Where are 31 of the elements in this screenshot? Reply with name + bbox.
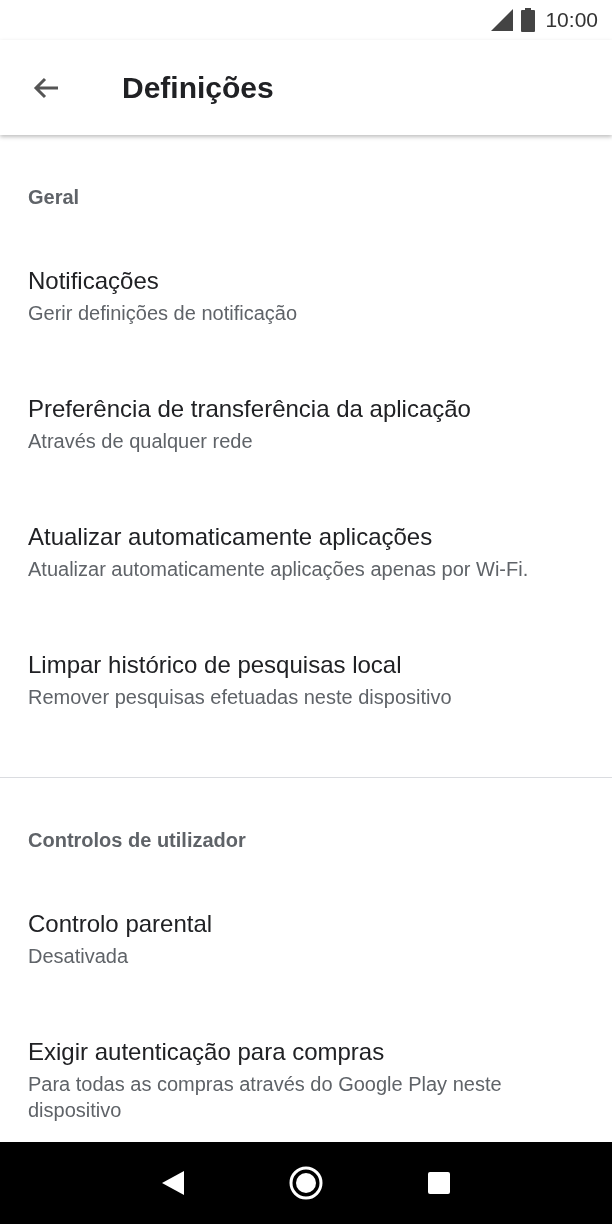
status-time: 10:00: [545, 7, 598, 34]
item-subtitle: Gerir definições de notificação: [28, 301, 299, 326]
settings-item[interactable]: Limpar histórico de pesquisas local Remover pesquisas efetuadas neste dispositivo: [0, 616, 612, 744]
settings-item[interactable]: Controlo parental Desativada: [0, 875, 612, 1003]
item-subtitle: Remover pesquisas efetuadas neste dispositivo: [28, 685, 453, 710]
back-nav-button[interactable]: [162, 1171, 185, 1195]
back-triangle-icon: [162, 1171, 185, 1195]
section-header: Controlos de utilizador: [28, 829, 246, 851]
recents-nav-button[interactable]: [427, 1172, 450, 1194]
item-subtitle: Atualizar automaticamente aplicações apenas por Wi-Fi.: [28, 557, 530, 582]
item-subtitle: Desativada: [28, 944, 130, 969]
settings-item[interactable]: Exigir autenticação para compras Para todas as compras através do Google Play neste dispositivo: [0, 1003, 612, 1142]
item-title: Limpar histórico de pesquisas local: [28, 650, 403, 680]
signal-icon: [491, 9, 514, 31]
settings-item[interactable]: Notificações Gerir definições de notificação: [0, 232, 612, 360]
item-title: Notificações: [28, 266, 160, 296]
square-icon: [427, 1172, 450, 1194]
item-subtitle: Para todas as compras através do Google Play neste dispositivo: [28, 1072, 503, 1123]
home-circle-icon: [289, 1166, 323, 1200]
item-title: Controlo parental: [28, 909, 214, 939]
item-title: Atualizar automaticamente aplicações: [28, 522, 434, 552]
settings-item[interactable]: Atualizar automaticamente aplicações Atualizar automaticamente aplicações apenas por Wi-Fi.: [0, 488, 612, 616]
home-nav-button[interactable]: [289, 1166, 323, 1200]
back-arrow-icon: [32, 75, 60, 100]
battery-icon: [521, 8, 536, 32]
section-header: Geral: [28, 186, 80, 208]
item-title: Preferência de transferência da aplicação: [28, 394, 472, 424]
item-title: Exigir autenticação para compras: [28, 1037, 386, 1067]
settings-item[interactable]: Preferência de transferência da aplicação Através de qualquer rede: [0, 360, 612, 488]
item-subtitle: Através de qualquer rede: [28, 429, 254, 454]
screen-title: Definições: [122, 70, 274, 106]
